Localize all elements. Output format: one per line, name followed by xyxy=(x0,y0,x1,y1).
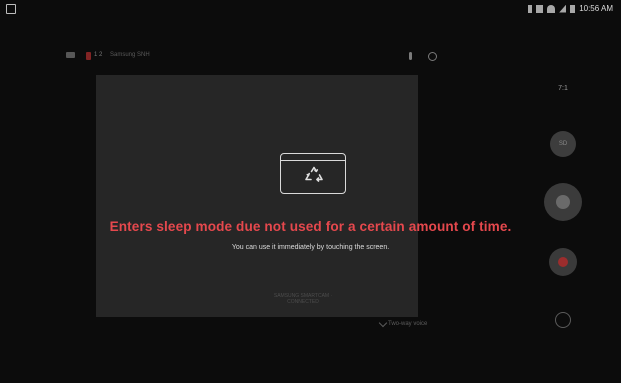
signal-icon xyxy=(559,4,567,13)
sleep-mode-subtitle: You can use it immediately by touching t… xyxy=(231,244,390,251)
status-time: 10:56 AM xyxy=(579,4,613,13)
status-icons: 10:56 AM xyxy=(528,4,613,13)
mute-icon xyxy=(536,4,544,13)
recycle-icon xyxy=(280,153,346,194)
camera-icon[interactable] xyxy=(66,52,75,58)
battery-icon xyxy=(570,4,576,13)
status-bar: 10:56 AM xyxy=(0,0,621,18)
record-button[interactable] xyxy=(549,248,577,276)
record-icon xyxy=(558,257,568,267)
recycle-arrows-icon xyxy=(305,166,323,182)
sleep-mode-title: Enters sleep mode due not used for a cer… xyxy=(109,219,512,234)
aspect-ratio-button[interactable]: 7:1 xyxy=(553,79,573,99)
sleep-mode-screen[interactable]: 10:56 AM 1 2 Samsung SNH SAMSUNG SMARTCA… xyxy=(0,0,621,383)
capture-button[interactable] xyxy=(544,183,582,221)
camera-view[interactable] xyxy=(96,75,418,317)
recording-icon xyxy=(86,52,91,60)
camera-view-label: SAMSUNG SMARTCAM · CONNECTED xyxy=(273,293,333,305)
screenshot-icon xyxy=(6,4,16,14)
speaker-icon xyxy=(378,318,388,328)
two-way-voice-label[interactable]: Two-way voice xyxy=(388,321,427,327)
quality-button[interactable]: SD xyxy=(550,131,576,157)
gear-icon[interactable] xyxy=(428,52,437,61)
capture-icon xyxy=(556,195,570,209)
bluetooth-icon xyxy=(528,4,533,13)
icon-bar xyxy=(281,160,345,162)
camera-count: 1 2 xyxy=(94,52,103,58)
camera-toolbar: 1 2 Samsung SNH xyxy=(64,50,454,66)
camera-name: Samsung SNH xyxy=(110,52,150,58)
gallery-icon[interactable] xyxy=(555,312,571,328)
microphone-icon[interactable] xyxy=(409,52,412,60)
wifi-icon xyxy=(547,4,556,13)
